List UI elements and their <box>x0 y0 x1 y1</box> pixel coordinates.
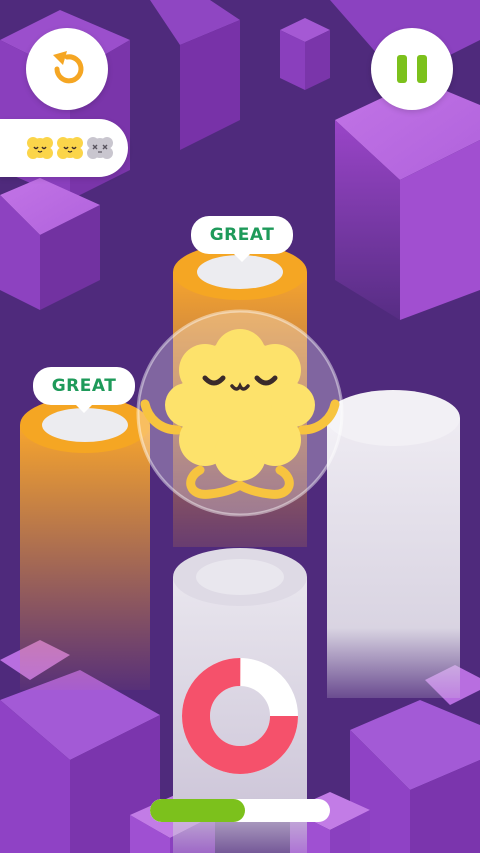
bubble-tail <box>75 404 93 413</box>
lives-faces <box>27 137 113 159</box>
restart-button[interactable] <box>26 28 108 110</box>
level-progress-bar <box>150 799 330 822</box>
game-stage: GREAT GREAT <box>0 0 480 853</box>
pillar-right-white <box>326 390 460 698</box>
bg-cube-top-mid <box>280 18 330 90</box>
bg-cube-left <box>0 178 100 310</box>
rating-bubble-center: GREAT <box>191 216 293 262</box>
happy-face-icon <box>57 137 83 159</box>
bubble-tail <box>233 253 251 262</box>
lives-tray <box>0 119 128 177</box>
dead-face-icon <box>87 137 113 159</box>
happy-face-icon <box>27 137 53 159</box>
rating-text-left: GREAT <box>51 376 117 396</box>
character <box>136 309 344 517</box>
rating-bubble-left: GREAT <box>33 367 135 413</box>
bg-cube-right <box>335 80 480 320</box>
level-progress-fill <box>150 799 246 822</box>
pause-icon <box>371 28 453 110</box>
pause-button[interactable] <box>371 28 453 110</box>
bg-cube-top-center <box>150 0 240 150</box>
rating-text-center: GREAT <box>209 225 275 245</box>
pillar-left-orange <box>20 397 150 690</box>
restart-arrow-icon <box>53 51 84 84</box>
